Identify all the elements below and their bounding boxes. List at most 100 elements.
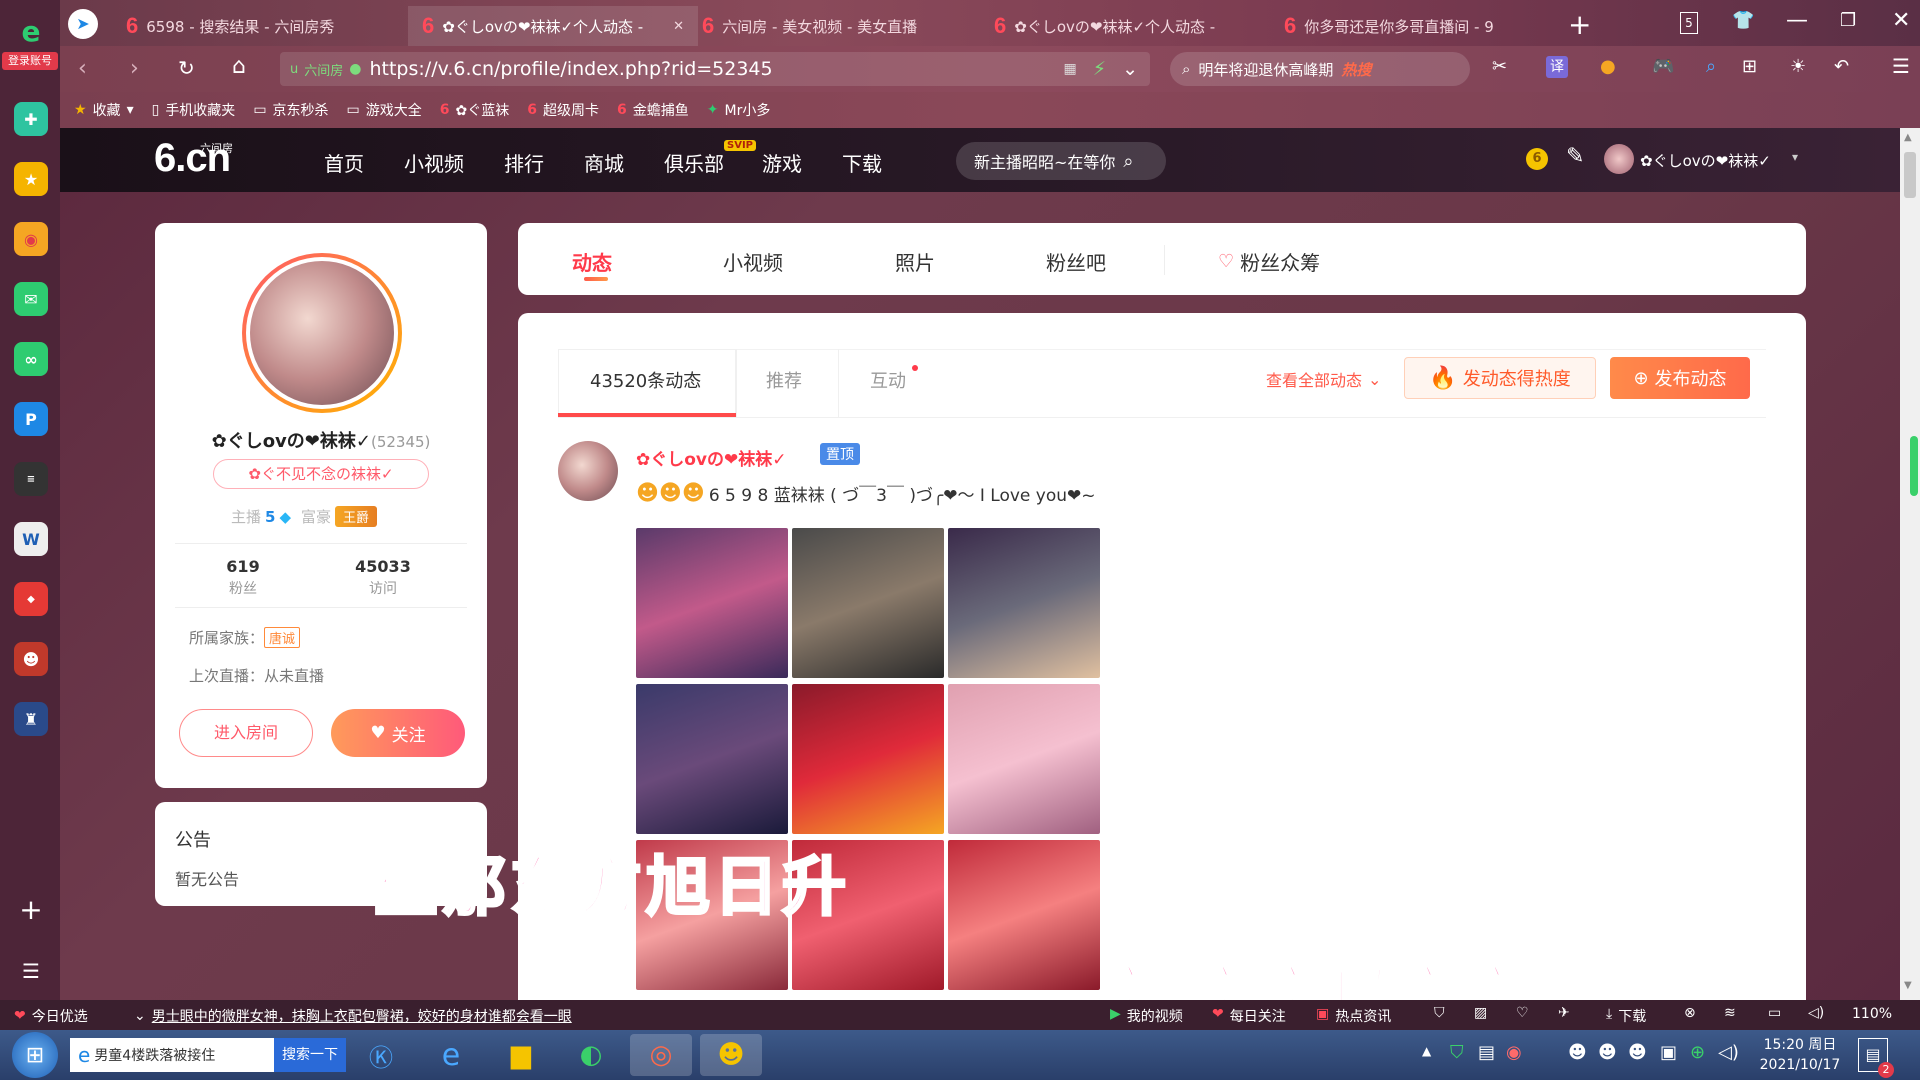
p-app-icon[interactable]: P bbox=[14, 402, 48, 436]
refresh-icon[interactable]: ↻ bbox=[178, 56, 195, 80]
news-ticker[interactable]: ⌄ 男士眼中的微胖女神，抹胸上衣配包臀裙，姣好的身材谁都会看一眼 bbox=[134, 1006, 572, 1026]
bookmark-jd[interactable]: ▭ 京东秒杀 bbox=[253, 100, 328, 120]
tab-photos[interactable]: 照片 bbox=[895, 247, 935, 276]
today-picks[interactable]: ❤ 今日优选 bbox=[14, 1006, 88, 1026]
bookmark-favorites[interactable]: ★ 收藏 ▾ bbox=[74, 100, 134, 120]
nav-download[interactable]: 下载 bbox=[842, 148, 882, 177]
bookmark-mobile[interactable]: ▯ 手机收藏夹 bbox=[152, 100, 236, 120]
header-user-name[interactable]: ✿ぐしovの❤袜袜✓ bbox=[1640, 150, 1771, 171]
tray-expand-icon[interactable]: ▲ bbox=[1422, 1044, 1431, 1058]
news-app-icon[interactable]: ≡ bbox=[14, 462, 48, 496]
tray-app-icon[interactable]: ◉ bbox=[1506, 1042, 1522, 1063]
translate-icon[interactable]: 译 bbox=[1546, 56, 1568, 78]
nav-home[interactable]: 首页 bbox=[324, 148, 364, 177]
shield-icon[interactable]: ⛉ bbox=[1434, 1005, 1445, 1021]
qq-app-icon[interactable]: ☻ bbox=[700, 1034, 762, 1076]
taskbar-search-button[interactable]: 搜索一下 bbox=[274, 1038, 346, 1072]
tab-5[interactable]: 6 你多哥还是你多哥直播间 - 9 bbox=[1270, 6, 1560, 46]
browser-menu-icon[interactable]: ☰ bbox=[1892, 54, 1910, 78]
avatar[interactable] bbox=[250, 261, 394, 405]
brightness-icon[interactable]: ☀ bbox=[1790, 56, 1806, 77]
game-icon[interactable]: ⊗ bbox=[1684, 1005, 1696, 1021]
tab-short-video[interactable]: 小视频 bbox=[723, 247, 783, 276]
scroll-down-icon[interactable]: ▼ bbox=[1904, 980, 1912, 991]
add-icon[interactable]: + bbox=[14, 892, 48, 926]
navigate-icon[interactable]: ➤ bbox=[68, 9, 98, 39]
download-button[interactable]: ⤓ 下载 bbox=[1606, 1006, 1646, 1026]
browser-search-box[interactable]: ⌕ 明年将迎退休高峰期 热搜 bbox=[1170, 52, 1470, 86]
tab-feed[interactable]: 动态 bbox=[572, 247, 612, 276]
post-image[interactable] bbox=[636, 528, 788, 678]
nav-short-video[interactable]: 小视频 bbox=[404, 148, 464, 177]
scroll-thumb[interactable] bbox=[1904, 152, 1916, 198]
volume-icon[interactable]: ◁) bbox=[1808, 1005, 1824, 1021]
restore-icon[interactable]: ❐ bbox=[1840, 10, 1856, 31]
window-icon[interactable]: ▭ bbox=[1768, 1005, 1781, 1021]
view-all-posts-dropdown[interactable]: 查看全部动态 ⌄ bbox=[1266, 367, 1381, 391]
login-badge[interactable]: 登录账号 bbox=[2, 52, 58, 70]
back-icon[interactable]: ‹ bbox=[78, 56, 87, 81]
k-app-icon[interactable]: Ⓚ bbox=[350, 1034, 412, 1076]
scissors-icon[interactable]: ✂ bbox=[1492, 56, 1507, 77]
post-image[interactable] bbox=[636, 684, 788, 834]
subtab-interaction[interactable]: 互动 bbox=[870, 367, 906, 393]
speaker-icon[interactable]: ◁) bbox=[1718, 1042, 1739, 1063]
shop-app-icon[interactable]: ◆ bbox=[14, 582, 48, 616]
page-scrollbar[interactable]: ▲ ▼ bbox=[1900, 128, 1920, 1000]
security-tray-icon[interactable]: ⛉ bbox=[1450, 1042, 1464, 1063]
favorite-star-icon[interactable]: ★ bbox=[14, 162, 48, 196]
bookmark-fishing[interactable]: 6 金蟾捕鱼 bbox=[617, 100, 689, 120]
picture-icon[interactable]: ▨ bbox=[1474, 1005, 1487, 1021]
family-badge[interactable]: 唐诚 bbox=[264, 627, 301, 648]
new-tab-icon[interactable]: + bbox=[1568, 8, 1591, 41]
coin-icon[interactable]: 6 bbox=[1526, 148, 1548, 170]
qq-tray-icon[interactable]: ☻ bbox=[1598, 1042, 1617, 1063]
magnifier-icon[interactable]: ⌕ bbox=[1706, 56, 1716, 77]
wifi-icon[interactable]: ≋ bbox=[1724, 1005, 1736, 1021]
lightning-icon[interactable]: ⚡ bbox=[1093, 58, 1106, 80]
daily-follow-link[interactable]: ❤ 每日关注 bbox=[1212, 1006, 1286, 1026]
tab-2[interactable]: 6 ✿ぐしovの❤袜袜✓个人动态 - ✕ bbox=[408, 6, 698, 46]
my-video-link[interactable]: ▶ 我的视频 bbox=[1110, 1006, 1183, 1026]
sidebar-app-icon-1[interactable]: ✚ bbox=[14, 102, 48, 136]
post-image[interactable] bbox=[948, 528, 1100, 678]
folder-icon[interactable]: ▆ bbox=[490, 1034, 552, 1076]
post-author-name[interactable]: ✿ぐしovの❤袜袜✓ bbox=[636, 445, 787, 470]
chevron-down-icon[interactable]: ▾ bbox=[1792, 150, 1798, 164]
game-app-icon-1[interactable]: ☻ bbox=[14, 642, 48, 676]
document-icon[interactable]: W bbox=[14, 522, 48, 556]
subtab-recommend[interactable]: 推荐 bbox=[766, 367, 802, 393]
hot-news-link[interactable]: ▣ 热点资讯 bbox=[1316, 1006, 1391, 1026]
skin-icon[interactable]: 👕 bbox=[1732, 10, 1754, 31]
tab-count-badge[interactable]: 5 bbox=[1680, 12, 1698, 34]
tab-fan-crowdfunding[interactable]: ♡ 粉丝众筹 bbox=[1218, 247, 1320, 276]
bookmark-games[interactable]: ▭ 游戏大全 bbox=[347, 100, 422, 120]
qr-icon[interactable]: ▦ bbox=[1064, 61, 1077, 77]
post-image[interactable] bbox=[792, 528, 944, 678]
game-app-icon-2[interactable]: ♜ bbox=[14, 702, 48, 736]
ie-browser-icon[interactable]: e bbox=[420, 1034, 482, 1076]
side-float-handle[interactable] bbox=[1910, 436, 1918, 496]
user-avatar[interactable] bbox=[1604, 144, 1634, 174]
clock[interactable]: 15:20 周日 2021/10/17 bbox=[1752, 1035, 1848, 1075]
bookmark-lanwa[interactable]: 6 ✿ぐ蓝袜 bbox=[440, 100, 509, 120]
home-icon[interactable]: ⌂ bbox=[232, 54, 246, 79]
close-window-icon[interactable]: ✕ bbox=[1892, 8, 1910, 33]
zoom-level[interactable]: 110% bbox=[1852, 1006, 1892, 1022]
scroll-up-icon[interactable]: ▲ bbox=[1904, 132, 1912, 143]
forward-icon[interactable]: › bbox=[130, 56, 139, 81]
grid-icon[interactable]: ⊞ bbox=[1742, 56, 1757, 77]
minimize-icon[interactable]: — bbox=[1786, 8, 1808, 33]
network-icon[interactable]: ▣ bbox=[1660, 1042, 1677, 1063]
post-image[interactable] bbox=[948, 684, 1100, 834]
heart-outline-icon[interactable]: ♡ bbox=[1516, 1005, 1529, 1021]
follow-button[interactable]: ♥ 关注 bbox=[331, 709, 465, 757]
post-image[interactable] bbox=[792, 684, 944, 834]
hot-post-button[interactable]: 🔥 发动态得热度 bbox=[1404, 357, 1596, 399]
nav-store[interactable]: 商城 bbox=[584, 148, 624, 177]
bookmark-mrxiaoduo[interactable]: ✦ Mr小多 bbox=[707, 100, 771, 120]
chat-icon[interactable]: ∞ bbox=[14, 342, 48, 376]
post-author-avatar[interactable] bbox=[558, 441, 618, 501]
post-image[interactable] bbox=[948, 840, 1100, 990]
browser-logo-icon[interactable]: e bbox=[14, 14, 48, 48]
